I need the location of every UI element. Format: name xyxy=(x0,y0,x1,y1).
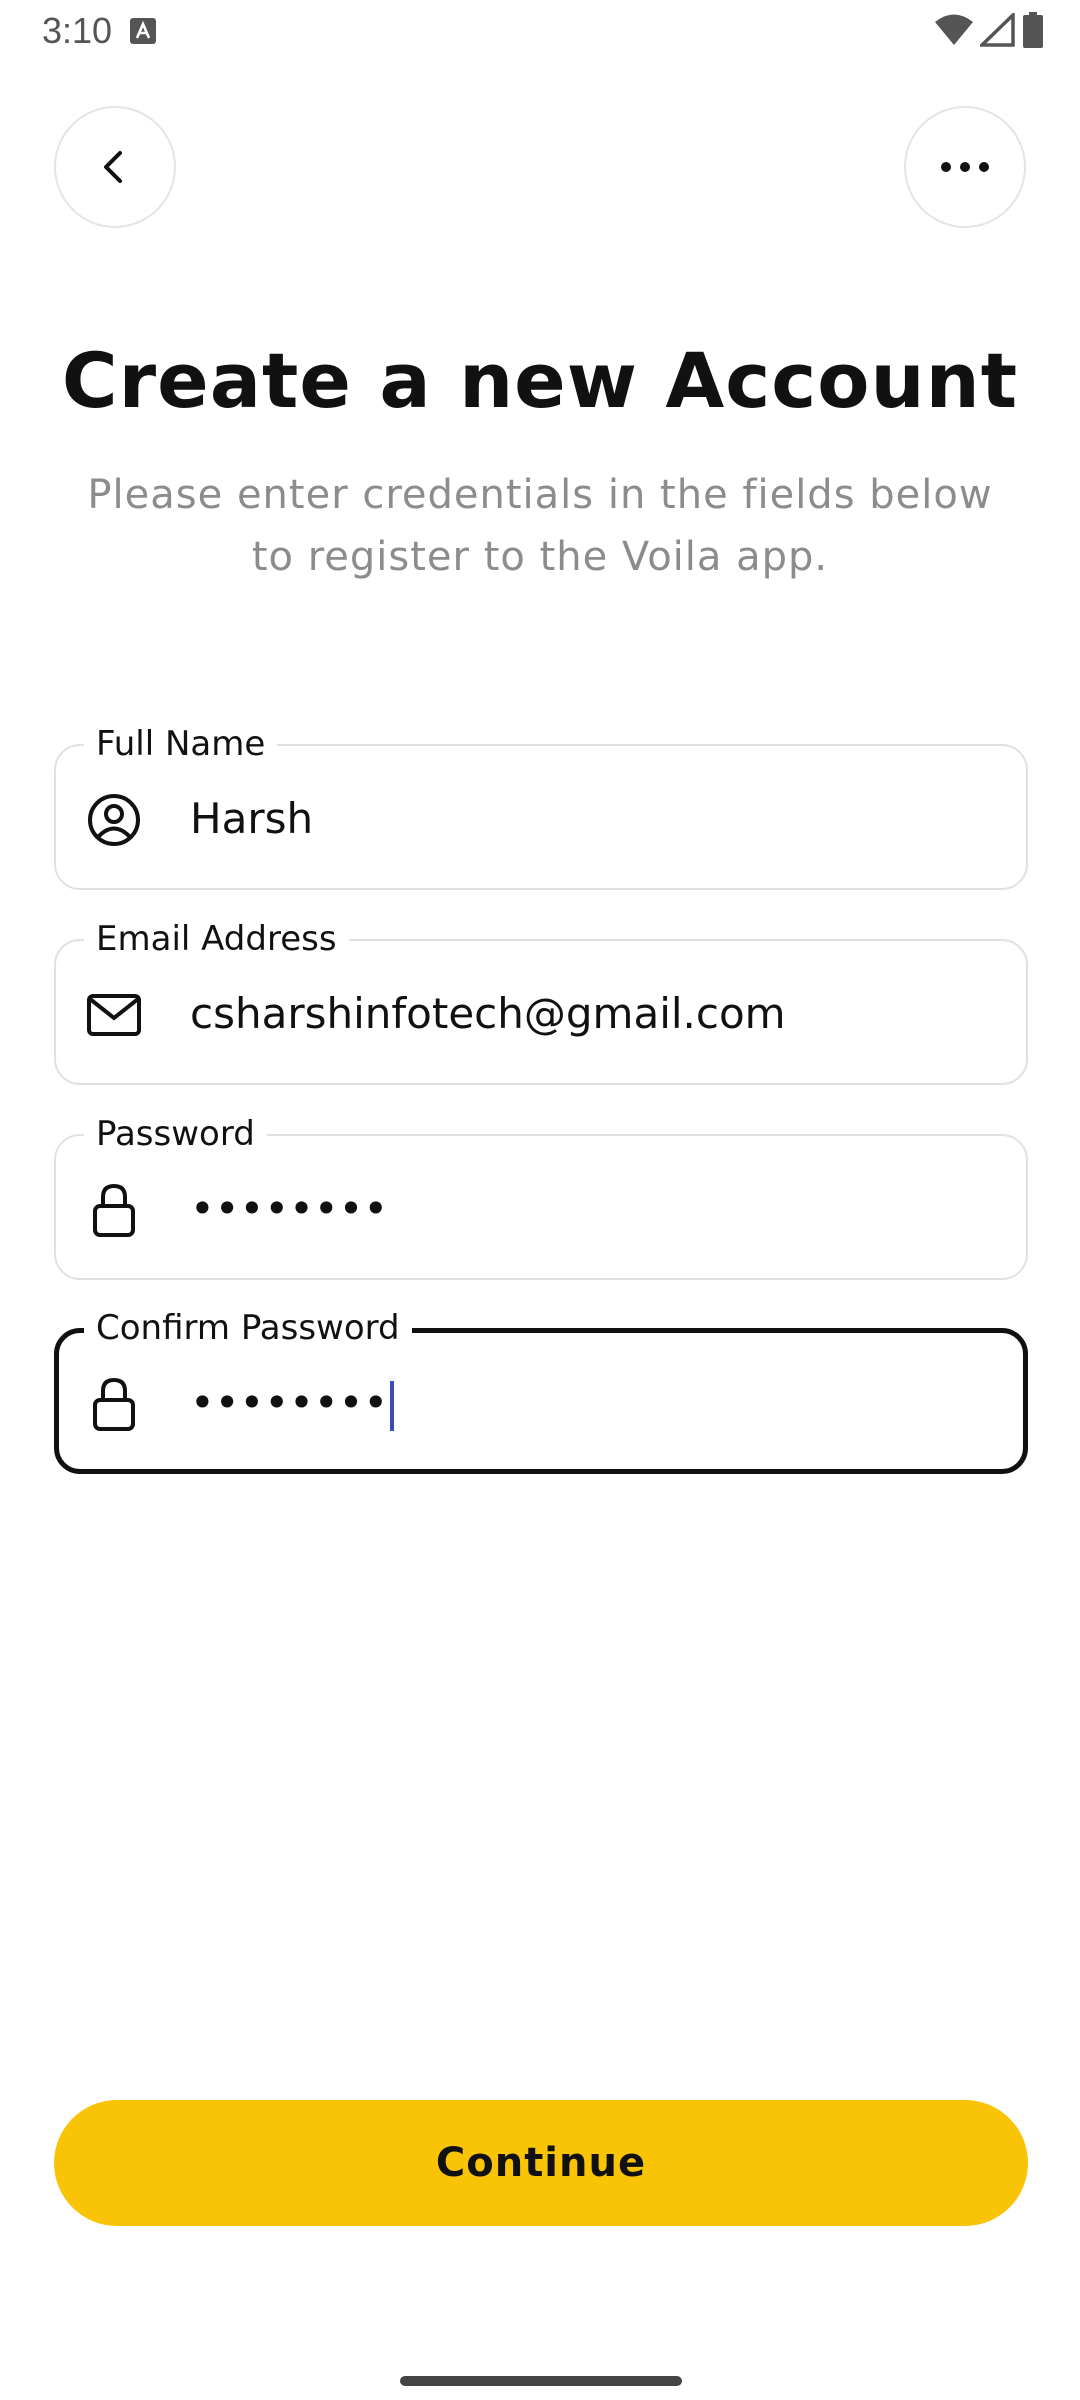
status-bar: 3:10 xyxy=(0,0,1080,64)
back-button[interactable] xyxy=(54,106,176,228)
full-name-field[interactable]: Full Name Harsh xyxy=(54,722,1028,890)
status-time: 3:10 xyxy=(42,10,113,51)
email-value[interactable]: csharshinfotech@gmail.com xyxy=(190,987,786,1041)
password-field[interactable]: Password •••••••• xyxy=(54,1112,1028,1280)
page-subtitle: Please enter credentials in the fields b… xyxy=(60,464,1020,588)
lock-icon xyxy=(86,1376,142,1432)
email-field[interactable]: Email Address csharshinfotech@gmail.com xyxy=(54,917,1028,1085)
chevron-left-icon xyxy=(104,151,122,183)
page-title: Create a new Account xyxy=(61,336,1019,425)
full-name-value[interactable]: Harsh xyxy=(190,792,313,846)
continue-button[interactable]: Continue xyxy=(54,2100,1028,2226)
password-label: Password xyxy=(84,1112,267,1156)
email-label: Email Address xyxy=(84,917,349,961)
home-indicator[interactable] xyxy=(400,2376,682,2386)
subtitle-line-2: to register to the Voila app. xyxy=(251,534,829,580)
battery-icon xyxy=(1023,12,1043,48)
signal-icon xyxy=(980,13,1015,47)
mail-icon xyxy=(86,987,142,1043)
more-horizontal-icon xyxy=(941,162,989,172)
confirm-password-input[interactable]: •••••••• xyxy=(190,1376,395,1431)
a-notification-icon xyxy=(130,18,156,44)
confirm-password-value: •••••••• xyxy=(190,1378,389,1427)
password-value[interactable]: •••••••• xyxy=(190,1182,388,1236)
subtitle-line-1: Please enter credentials in the fields b… xyxy=(87,472,993,518)
confirm-password-field[interactable]: Confirm Password •••••••• xyxy=(54,1306,1028,1474)
full-name-label: Full Name xyxy=(84,722,278,766)
wifi-icon xyxy=(935,14,973,45)
confirm-password-label: Confirm Password xyxy=(84,1306,412,1350)
more-options-button[interactable] xyxy=(904,106,1026,228)
lock-icon xyxy=(86,1182,142,1238)
status-icons xyxy=(934,12,1044,48)
user-circle-icon xyxy=(86,792,142,848)
text-caret xyxy=(390,1380,395,1431)
